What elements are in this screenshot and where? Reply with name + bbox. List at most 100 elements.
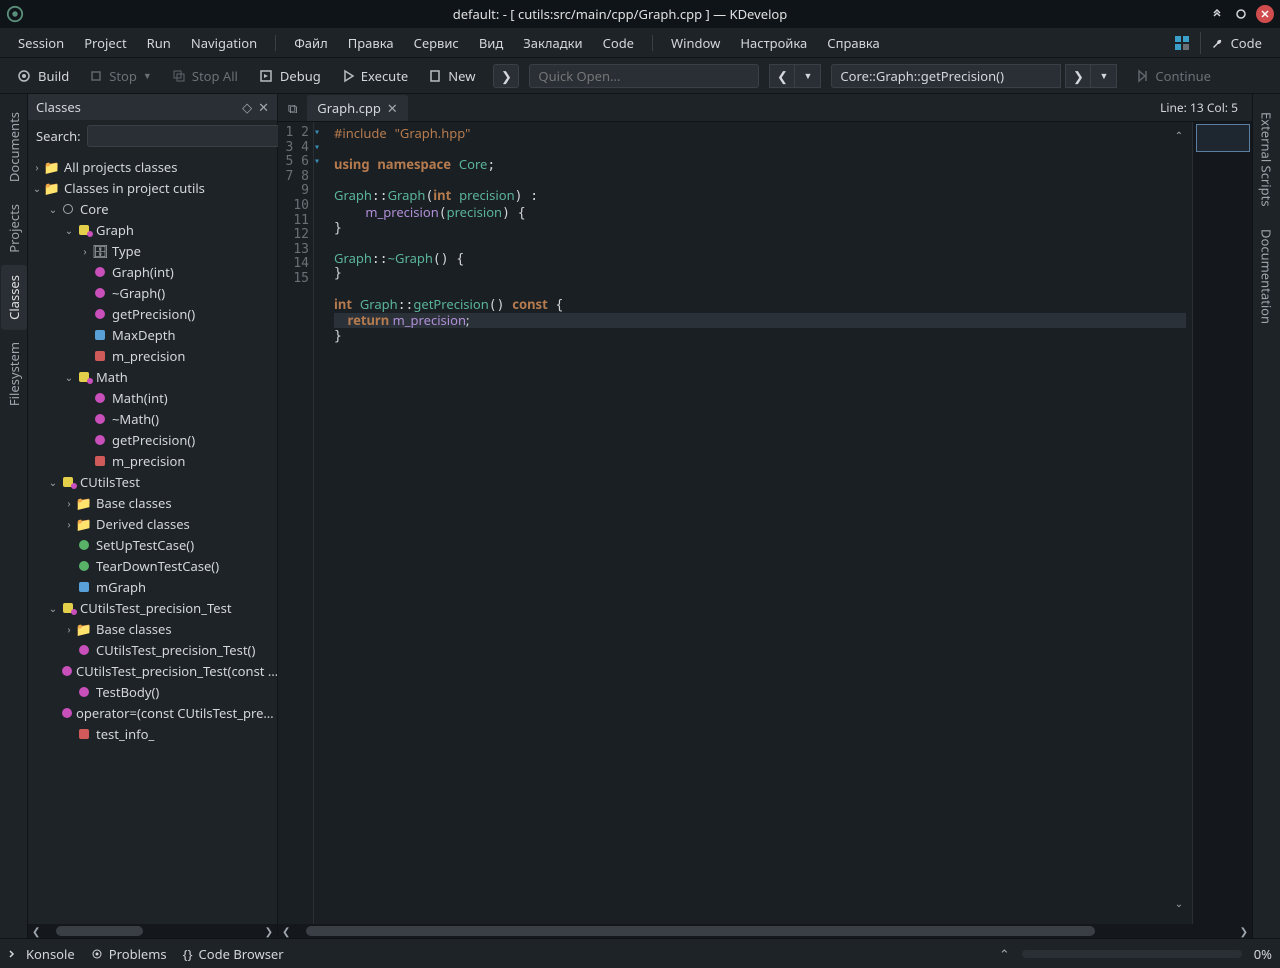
nav-forward-button[interactable]: ❯: [1065, 64, 1091, 88]
menu-view[interactable]: Вид: [469, 30, 513, 56]
tab-split-icon[interactable]: ⧉: [282, 99, 303, 117]
nav-forward-dropdown[interactable]: ▼: [1091, 64, 1117, 88]
code-toggle-label: Code: [1231, 34, 1262, 52]
progress-percent: 0%: [1254, 945, 1272, 963]
bug-icon: [91, 948, 103, 960]
braces-icon: {}: [183, 945, 193, 963]
rail-documents[interactable]: Documents: [1, 102, 27, 192]
struct-icon: 🗄: [92, 243, 108, 259]
menu-edit[interactable]: Правка: [338, 30, 404, 56]
menu-separator: [652, 35, 653, 51]
status-problems[interactable]: Problems: [91, 945, 167, 963]
folder-icon: 📁: [76, 621, 92, 637]
method-icon: [79, 687, 89, 697]
menu-navigation[interactable]: Navigation: [181, 30, 267, 56]
search-row: Search:: [28, 120, 277, 152]
status-konsole[interactable]: Konsole: [8, 945, 75, 963]
menubar: Session Project Run Navigation Файл Прав…: [0, 28, 1280, 58]
nav-forward-split[interactable]: ❯: [493, 64, 519, 88]
field-icon: [79, 729, 89, 739]
execute-button[interactable]: Execute: [333, 63, 416, 89]
stop-all-button[interactable]: Stop All: [164, 63, 246, 89]
build-button[interactable]: Build: [8, 63, 77, 89]
tab-close-icon[interactable]: ✕: [387, 99, 398, 117]
rail-external-scripts[interactable]: External Scripts: [1254, 102, 1280, 217]
debug-icon: [258, 68, 274, 84]
nav-back-dropdown[interactable]: ▼: [795, 64, 821, 88]
symbol-input[interactable]: [831, 64, 1061, 88]
rail-filesystem[interactable]: Filesystem: [1, 332, 27, 416]
panel-pin-icon[interactable]: ◇: [242, 98, 252, 116]
layout-icon[interactable]: [1174, 35, 1190, 51]
terminal-icon: [8, 948, 20, 960]
editor-hscroll[interactable]: ❮❯: [278, 924, 1252, 938]
quick-open-input[interactable]: [529, 64, 759, 88]
folder-icon: 📁: [76, 516, 92, 532]
menu-session[interactable]: Session: [8, 30, 74, 56]
class-icon: [63, 603, 73, 613]
menu-window[interactable]: Window: [661, 30, 730, 56]
debug-button[interactable]: Debug: [250, 63, 329, 89]
nav-back-button[interactable]: ❮: [769, 64, 795, 88]
menu-run[interactable]: Run: [137, 30, 181, 56]
fold-gutter[interactable]: ▾ ▾ ▾: [314, 122, 328, 924]
menu-project[interactable]: Project: [74, 30, 136, 56]
editor-body[interactable]: 1 2 3 4 5 6 7 8 9 10 11 12 13 14 15 ▾ ▾ …: [278, 122, 1252, 924]
line-gutter: 1 2 3 4 5 6 7 8 9 10 11 12 13 14 15: [278, 122, 314, 924]
menu-code[interactable]: Code: [593, 30, 644, 56]
left-rail: Documents Projects Classes Filesystem: [0, 94, 28, 938]
method-icon: [95, 309, 105, 319]
method-icon: [95, 393, 105, 403]
menu-service[interactable]: Сервис: [404, 30, 469, 56]
minimap[interactable]: [1192, 122, 1252, 924]
menu-bookmarks[interactable]: Закладки: [513, 30, 592, 56]
method-icon: [62, 666, 72, 676]
rail-documentation[interactable]: Documentation: [1254, 219, 1280, 334]
toolbar: Build Stop ▼ Stop All Debug Execute New …: [0, 58, 1280, 94]
panel-close-icon[interactable]: ✕: [258, 98, 269, 116]
method-icon: [95, 435, 105, 445]
tab-graph-cpp[interactable]: Graph.cpp ✕: [307, 95, 408, 121]
tabbar: ⧉ Graph.cpp ✕ Line: 13 Col: 5: [278, 94, 1252, 122]
folder-icon: 📁: [44, 159, 60, 175]
rail-classes[interactable]: Classes: [1, 265, 27, 330]
app-logo-icon: [6, 5, 24, 23]
classes-tree[interactable]: ›📁All projects classes ⌄📁Classes in proj…: [28, 152, 277, 924]
class-icon: [79, 225, 89, 235]
panel-title: Classes: [36, 98, 242, 116]
window-title: default: - [ cutils:src/main/cpp/Graph.c…: [32, 5, 1208, 23]
code-perspective-toggle[interactable]: Code: [1200, 32, 1272, 54]
stop-button[interactable]: Stop ▼: [81, 63, 160, 89]
chevron-up-icon[interactable]: ⌃: [999, 945, 1010, 963]
method-icon: [62, 708, 72, 718]
continue-button[interactable]: Continue: [1127, 63, 1219, 89]
folder-icon: 📁: [76, 495, 92, 511]
chevron-down-icon: ▼: [143, 69, 152, 82]
new-button[interactable]: New: [420, 63, 483, 89]
menu-help[interactable]: Справка: [817, 30, 890, 56]
method-icon: [79, 561, 89, 571]
search-input[interactable]: [87, 125, 286, 147]
stop-all-icon: [172, 69, 186, 83]
menu-settings[interactable]: Настройка: [730, 30, 817, 56]
code-view[interactable]: #include "Graph.hpp" using namespace Cor…: [328, 122, 1192, 924]
maximize-button[interactable]: [1232, 5, 1250, 23]
field-icon: [95, 330, 105, 340]
tree-hscroll[interactable]: ❮❯: [28, 924, 277, 938]
menu-separator: [275, 35, 276, 51]
close-button[interactable]: [1256, 5, 1274, 23]
right-rail: External Scripts Documentation: [1252, 94, 1280, 938]
menu-file[interactable]: Файл: [284, 30, 338, 56]
method-icon: [79, 645, 89, 655]
rail-projects[interactable]: Projects: [1, 194, 27, 263]
status-code-browser[interactable]: {} Code Browser: [183, 945, 284, 963]
panel-header: Classes ◇ ✕: [28, 94, 277, 120]
classes-panel: Classes ◇ ✕ Search: ›📁All projects class…: [28, 94, 278, 938]
search-label: Search:: [36, 127, 81, 145]
editor-area: ⧉ Graph.cpp ✕ Line: 13 Col: 5 1 2 3 4 5 …: [278, 94, 1252, 938]
continue-icon: [1135, 69, 1149, 83]
minimize-button[interactable]: [1208, 5, 1226, 23]
cursor-position: Line: 13 Col: 5: [1150, 99, 1248, 116]
editor-vscroll[interactable]: ⌃⌄: [1172, 126, 1186, 912]
method-icon: [95, 267, 105, 277]
